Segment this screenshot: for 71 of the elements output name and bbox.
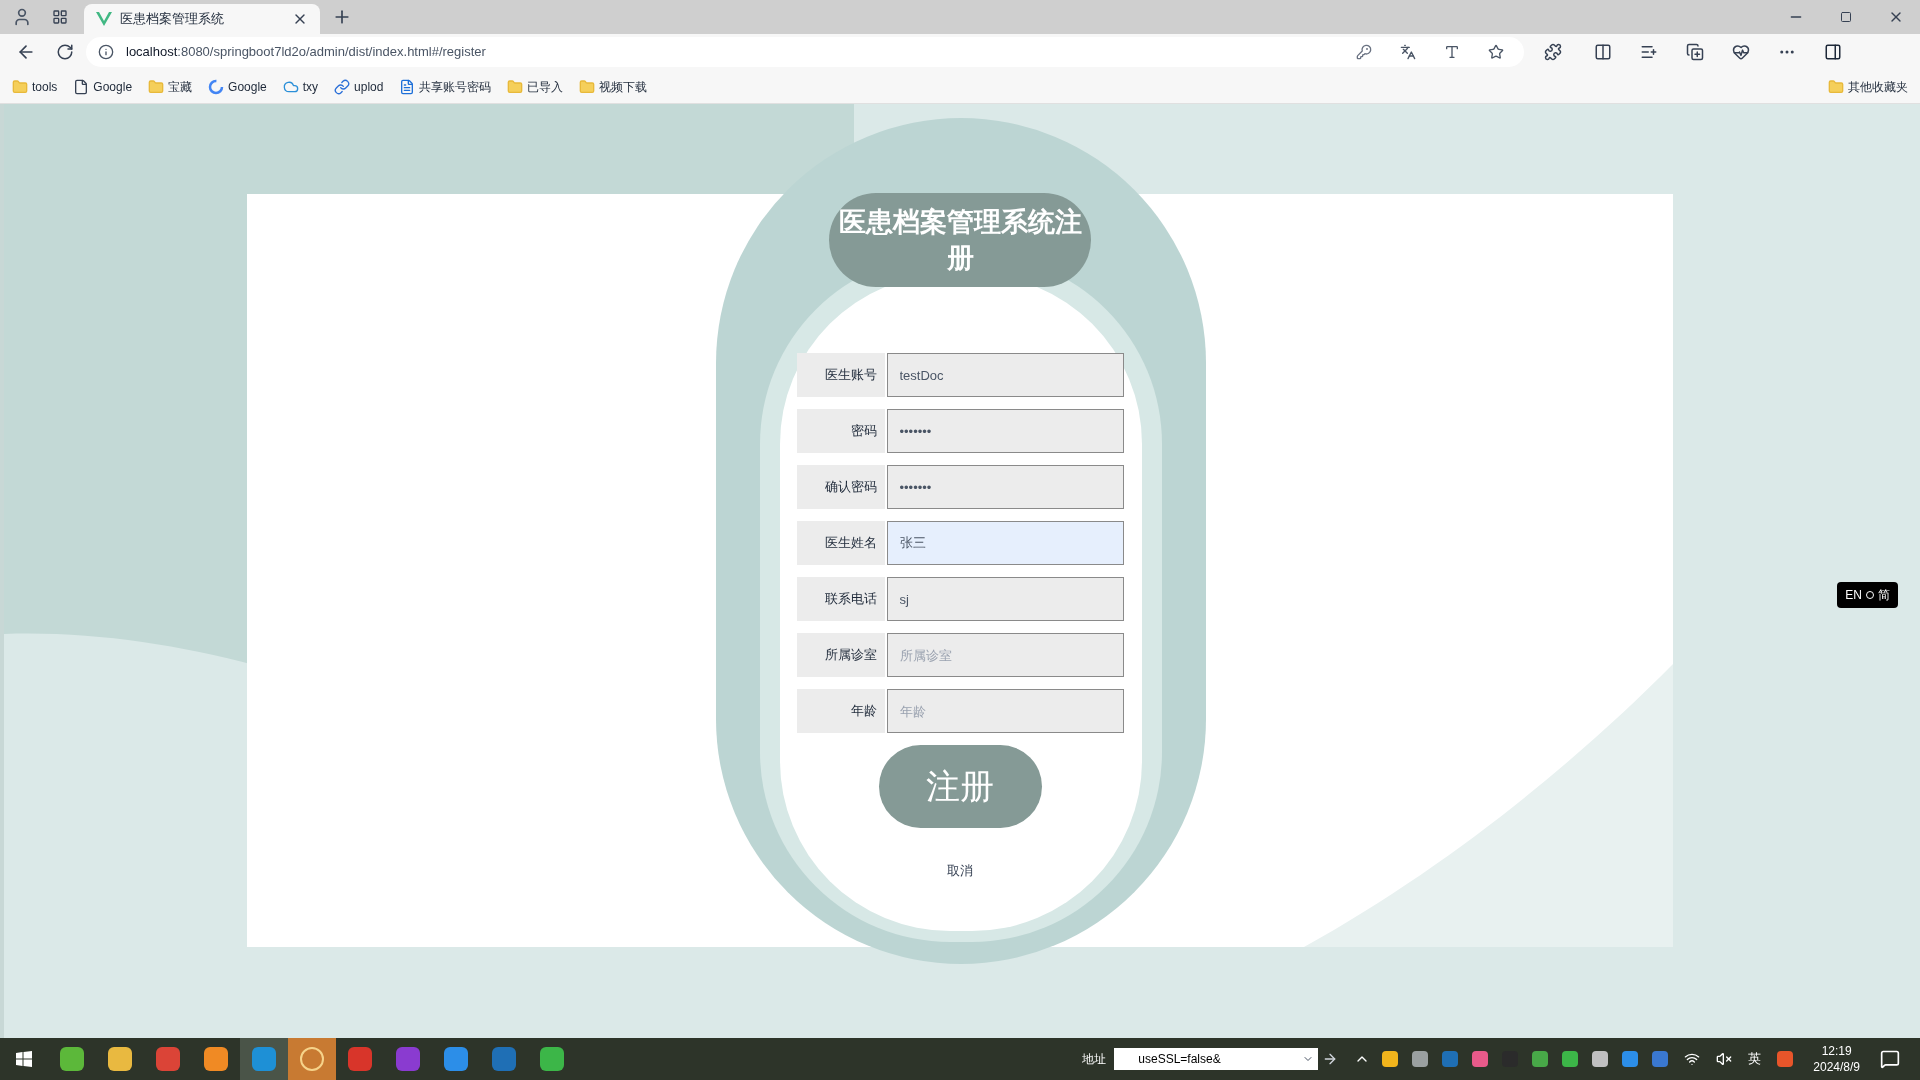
bookmark-item[interactable]: uplod: [334, 77, 384, 96]
input-field[interactable]: 年龄: [886, 689, 1124, 733]
favorite-star-icon[interactable]: [1488, 44, 1504, 60]
tray-icon[interactable]: [1382, 1051, 1399, 1067]
v-logo-icon: [96, 12, 112, 26]
key-icon[interactable]: [1356, 44, 1372, 60]
clock[interactable]: 12:19 2024/8/9: [1813, 1043, 1860, 1075]
tray-icon[interactable]: [1412, 1051, 1429, 1067]
ime-mode[interactable]: 英: [1748, 1049, 1762, 1069]
bookmark-item[interactable]: tools: [12, 77, 58, 96]
tray-icon[interactable]: [1472, 1051, 1489, 1067]
ime-indicator[interactable]: EN 简: [1837, 582, 1898, 608]
favorites-icon[interactable]: [1640, 43, 1658, 61]
folder-icon: [579, 78, 596, 95]
bookmark-item[interactable]: 已导入: [507, 77, 564, 96]
collections-icon[interactable]: [1686, 43, 1704, 61]
field-label: 年龄: [796, 689, 885, 733]
notification-icon[interactable]: [1880, 1049, 1900, 1069]
field-label: 所属诊室: [796, 633, 885, 677]
bookmark-item[interactable]: txy: [282, 77, 319, 96]
folder-icon: [507, 78, 524, 95]
url-text: localhost:8080/springboot7ld2o/admin/dist/index.html#/register: [126, 43, 487, 62]
split-screen-icon[interactable]: [1594, 43, 1612, 61]
input-field[interactable]: •••••••: [886, 465, 1124, 509]
bookmark-item[interactable]: 宝藏: [148, 77, 193, 96]
read-aloud-icon[interactable]: [1444, 44, 1460, 60]
bookmark-item[interactable]: Google: [208, 77, 267, 96]
browser-tab[interactable]: 医患档案管理系统: [84, 4, 320, 34]
folder-icon: [148, 78, 165, 95]
cancel-link[interactable]: 取消: [947, 861, 973, 881]
field-label: 医生姓名: [796, 521, 885, 565]
link-icon: [334, 78, 351, 95]
mute-icon[interactable]: [1716, 1051, 1733, 1067]
field-label: 密码: [796, 409, 885, 453]
restore-icon[interactable]: [1840, 11, 1852, 23]
address-label: 地址: [1082, 1051, 1107, 1068]
tray-icon[interactable]: [1622, 1051, 1639, 1067]
tray-icon[interactable]: [1532, 1051, 1549, 1067]
translate-icon[interactable]: [1400, 44, 1416, 60]
profile-icon[interactable]: [12, 7, 32, 27]
input-field[interactable]: testDoc: [886, 353, 1124, 397]
health-icon[interactable]: [1732, 43, 1750, 61]
form-title: 医患档案管理系统注册: [829, 193, 1091, 287]
tab-title: 医患档案管理系统: [120, 10, 225, 29]
input-field[interactable]: 所属诊室: [886, 633, 1124, 677]
document-icon: [399, 78, 416, 95]
page-icon: [73, 78, 90, 95]
tray-icon[interactable]: [1592, 1051, 1609, 1067]
tray-icon[interactable]: [1562, 1051, 1579, 1067]
bookmark-item[interactable]: Google: [73, 77, 133, 96]
input-field[interactable]: sj: [886, 577, 1124, 621]
wifi-icon[interactable]: [1684, 1051, 1701, 1067]
field-label: 确认密码: [796, 465, 885, 509]
bookmark-item[interactable]: 共享账号密码: [399, 77, 492, 96]
address-bar-field[interactable]: useSSL=false&: [1114, 1048, 1319, 1070]
sidebar-icon[interactable]: [1824, 43, 1842, 61]
folder-icon: [1828, 78, 1844, 95]
input-field[interactable]: •••••••: [886, 409, 1124, 453]
field-label: 联系电话: [796, 577, 885, 621]
refresh-icon[interactable]: [56, 43, 74, 61]
extensions-icon[interactable]: [1544, 43, 1562, 61]
folder-icon: [12, 78, 28, 95]
input-field[interactable]: 张三: [886, 521, 1124, 565]
tab-actions-icon[interactable]: [52, 9, 68, 25]
info-icon: [98, 44, 114, 60]
address-field[interactable]: localhost:8080/springboot7ld2o/admin/dist/index.html#/register: [86, 37, 1524, 67]
field-label: 医生账号: [796, 353, 885, 397]
windows-logo-icon[interactable]: [16, 1051, 32, 1067]
bookmark-item[interactable]: 视频下载: [579, 77, 648, 96]
tray-icon[interactable]: [1652, 1051, 1669, 1067]
bookmark-item[interactable]: 其他收藏夹: [1828, 77, 1908, 96]
